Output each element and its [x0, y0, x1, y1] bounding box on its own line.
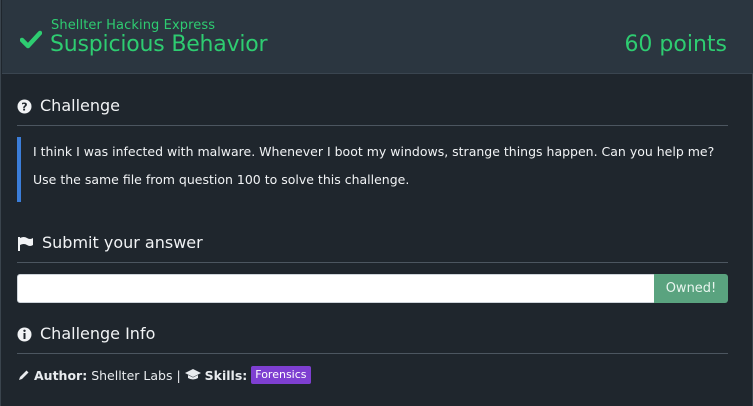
- challenge-meta: Author: Shellter Labs | Skills: Forensic…: [18, 365, 311, 385]
- graduation-cap-icon: [184, 369, 201, 380]
- flag-icon: [18, 237, 33, 251]
- challenge-heading: Challenge: [40, 96, 120, 115]
- challenge-header: Shellter Hacking Express Suspicious Beha…: [2, 0, 753, 74]
- description-line-1: I think I was infected with malware. Whe…: [33, 144, 715, 159]
- owned-button[interactable]: Owned!: [654, 274, 728, 303]
- challenge-description: I think I was infected with malware. Whe…: [17, 137, 728, 202]
- answer-form: Owned!: [17, 274, 728, 304]
- answer-input[interactable]: [17, 274, 655, 303]
- challenge-card: Shellter Hacking Express Suspicious Beha…: [0, 0, 753, 406]
- challenge-points: 60 points: [624, 32, 727, 57]
- question-circle-icon: ?: [17, 99, 32, 114]
- author-label: Author:: [34, 367, 88, 383]
- meta-separator: |: [176, 367, 181, 383]
- description-line-2: Use the same file from question 100 to s…: [33, 172, 410, 187]
- info-heading: Challenge Info: [40, 324, 156, 343]
- submit-heading: Submit your answer: [42, 233, 203, 252]
- submit-section-heading: Submit your answer: [17, 233, 728, 263]
- svg-text:?: ?: [21, 101, 27, 114]
- author-value: Shellter Labs: [91, 367, 173, 383]
- pencil-icon: [19, 370, 29, 380]
- info-circle-icon: [17, 327, 32, 342]
- skill-badge[interactable]: Forensics: [251, 366, 311, 384]
- challenge-title: Suspicious Behavior: [50, 32, 268, 57]
- info-section-heading: Challenge Info: [17, 324, 728, 354]
- skills-label: Skills:: [204, 367, 248, 383]
- event-name: Shellter Hacking Express: [51, 18, 216, 33]
- challenge-section-heading: ? Challenge: [17, 96, 728, 126]
- check-icon: [20, 30, 42, 49]
